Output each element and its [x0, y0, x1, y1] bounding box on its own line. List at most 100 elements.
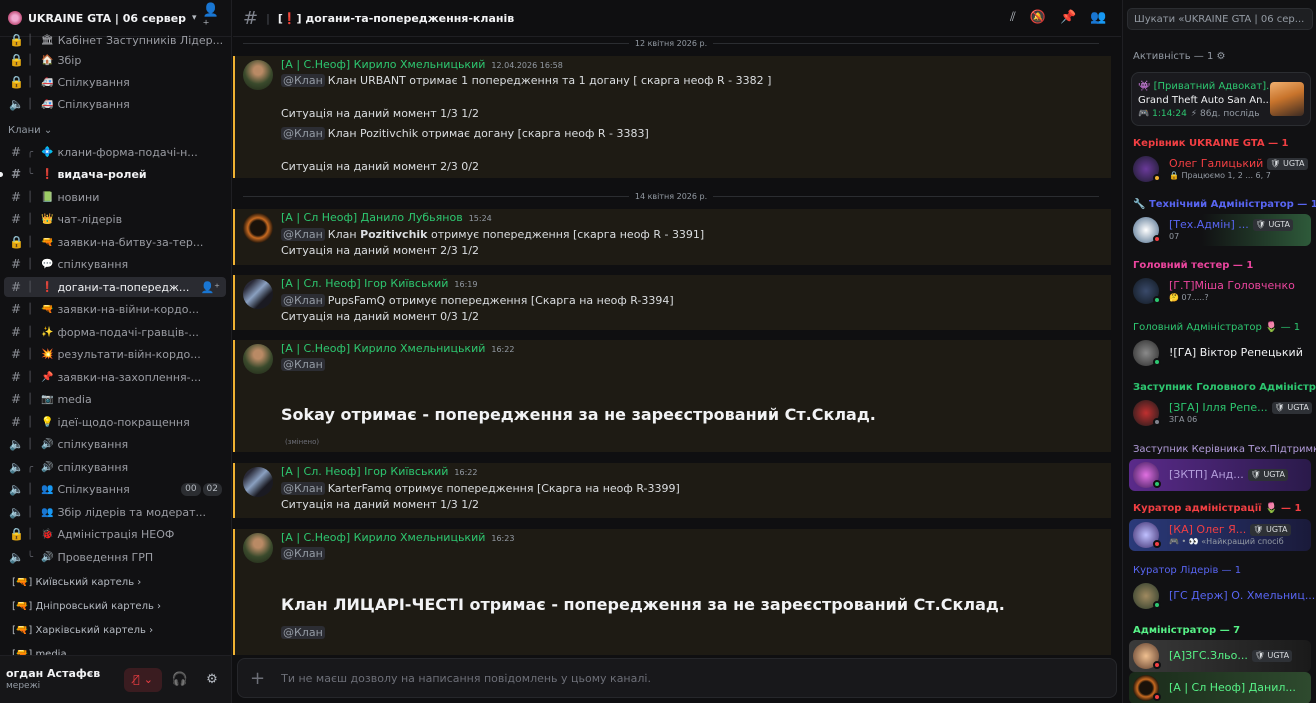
author-name[interactable]: [А | С.Неоф] Кирило Хмельницький	[281, 342, 485, 355]
member-name: [А | Сл Неоф] Данил...	[1169, 681, 1296, 694]
channel-item-active[interactable]: # │ ❗ догани-та-попередж... 👤⁺	[4, 277, 226, 297]
gear-icon[interactable]: ⚙	[1217, 51, 1226, 62]
role-header: Головний тестер — 1	[1133, 260, 1254, 271]
message[interactable]: [А | Сл. Неоф] Ігор Київський 16:22 @Клан…	[233, 463, 1111, 518]
message-text: PupsFamQ отримує попередження [Скарга на…	[327, 294, 674, 307]
member-sub-text: «Найкращий спосіб	[1201, 537, 1284, 546]
invite-icon[interactable]: 👤⁺	[200, 281, 220, 294]
channel-emoji: 💬	[41, 258, 54, 270]
member-item[interactable]: [ГС Держ] О. Хмельниц...	[1129, 580, 1315, 612]
message[interactable]: [А | Сл Неоф] Данило Лубьянов 15:24 @Клан…	[233, 209, 1111, 265]
author-name[interactable]: [А | Сл Неоф] Данило Лубьянов	[281, 211, 463, 224]
avatar[interactable]	[243, 60, 273, 90]
channel-item[interactable]: 🔒 │ 🚑 Спілкування	[4, 72, 226, 92]
member-list-icon[interactable]: 👥	[1090, 10, 1106, 25]
role-mention[interactable]: @Клан	[281, 127, 325, 140]
channel-item[interactable]: # │ 📷 media	[4, 389, 226, 409]
hash-icon: #	[10, 167, 22, 181]
member-item[interactable]: ![ГА] Віктор Репецький	[1129, 337, 1311, 369]
settings-button[interactable]: ⚙	[198, 668, 226, 692]
author-name[interactable]: [А | С.Неоф] Кирило Хмельницький	[281, 531, 485, 544]
member-status-text: 🔒 Працюємо 1, 2 ... 6, 7	[1169, 171, 1271, 180]
pin-icon[interactable]: 📌	[1060, 10, 1076, 25]
channel-item[interactable]: 🔈 │ 👥 Спілкування 00 02	[4, 479, 226, 499]
channel-item[interactable]: 🔒 │ 🐞 Адміністрація НЕОФ	[4, 524, 226, 544]
member-item[interactable]: [ЗГА] Ілля Репе... 🛡 UGTA ЗГА 06	[1129, 397, 1312, 429]
chevron-down-icon[interactable]: ▾	[192, 13, 197, 23]
invite-people-icon[interactable]: 👤⁺	[203, 3, 223, 33]
member-item[interactable]: Олег Галицький 🛡 UGTA 🔒 Працюємо 1, 2 ... …	[1129, 153, 1311, 185]
message[interactable]: [А | Сл. Неоф] Ігор Київський 16:19 @Клан…	[233, 275, 1111, 330]
message-line: @Клан Клан URBANT отримає 1 попередження …	[281, 74, 771, 87]
channel-item[interactable]: 🔒 │ 🏠 Збір	[4, 50, 226, 70]
message[interactable]: [А | С.Неоф] Кирило Хмельницький 12.04.20…	[233, 56, 1111, 178]
channel-item[interactable]: # │ 💥 результати-війн-кордо...	[4, 344, 226, 364]
folder-kharkiv[interactable]: [🔫] Харківський картель ›	[12, 625, 153, 636]
channel-item[interactable]: # │ 👑 чат-лідерів	[4, 209, 226, 229]
member-status-text: 07	[1169, 232, 1180, 241]
member-item[interactable]: [Г.Т]Міша Головченко 🤔 07.....?	[1129, 275, 1311, 307]
member-item[interactable]: [А | Сл Неоф] Данил...	[1129, 672, 1311, 703]
channel-item[interactable]: 🔒 │ 🔫 заявки-на-битву-за-тер...	[4, 232, 226, 252]
channel-item[interactable]: # │ ✨ форма-подачі-гравців-...	[4, 322, 226, 342]
member-item[interactable]: [А]ЗГС.Зльо... 🛡 UGTA	[1129, 640, 1311, 672]
avatar[interactable]	[243, 213, 273, 243]
folder-kyiv[interactable]: [🔫] Київський картель ›	[12, 577, 141, 588]
channel-emoji: 💡	[41, 416, 54, 428]
activity-ago: ⚡ 86д. послідь	[1190, 109, 1260, 119]
category-clans[interactable]: Клани ⌄	[8, 125, 52, 136]
channel-item[interactable]: 🔈 ╰ 🔊 Проведення ГРП	[4, 547, 226, 567]
channel-item[interactable]: # │ 🔫 заявки-на-війни-кордо...	[4, 299, 226, 319]
role-mention[interactable]: @Клан	[281, 294, 325, 307]
channel-name: спілкування	[57, 460, 129, 474]
channel-item[interactable]: 🔈 │ 🔊 спілкування	[4, 434, 226, 454]
channel-item[interactable]: 🔈 ╭ 🔊 спілкування	[4, 457, 226, 477]
message-text: Клан URBANT отримає 1 попередження та 1 …	[327, 74, 772, 87]
avatar[interactable]	[243, 344, 273, 374]
member-item[interactable]: [ЗКТП] Анд... 🛡 UGTA	[1129, 459, 1311, 491]
author-name[interactable]: [А | Сл. Неоф] Ігор Київський	[281, 465, 448, 478]
channel-item[interactable]: # │ 💬 спілкування	[4, 254, 226, 274]
channel-item[interactable]: 🔈 │ 🚑 Спілкування	[4, 94, 226, 114]
role-mention[interactable]: @Клан	[281, 626, 325, 639]
folder-dnipro[interactable]: [🔫] Дніпровський картель ›	[12, 601, 161, 612]
channel-item[interactable]: # │ 📗 новини	[4, 187, 226, 207]
member-item[interactable]: [Тех.Адмін] ... 🛡 UGTA 07	[1129, 214, 1311, 246]
role-mention[interactable]: @Клан	[281, 228, 325, 241]
member-name: [Тех.Адмін] ... 🛡 UGTA	[1169, 218, 1293, 231]
role-mention[interactable]: @Клан	[281, 74, 325, 87]
member-item[interactable]: [КА] Олег Я... 🛡 UGTA 🎮 • 👀 «Найкращий спо…	[1129, 519, 1311, 551]
activity-duration: 1:14:24	[1152, 109, 1187, 119]
avatar[interactable]	[243, 467, 273, 497]
channel-item[interactable]: # │ 📌 заявки-на-захоплення-...	[4, 367, 226, 387]
role-mention[interactable]: @Клан	[281, 482, 325, 495]
channel-item[interactable]: # ╰ ❗ видача-ролей	[4, 164, 226, 184]
activity-card[interactable]: 👾 [Приватний Адвокат]... Grand Theft Aut…	[1131, 72, 1311, 126]
message[interactable]: [А | С.Неоф] Кирило Хмельницький 16:23 @К…	[233, 529, 1111, 655]
threads-icon[interactable]: ⫽	[1010, 10, 1016, 25]
avatar[interactable]	[243, 533, 273, 563]
channel-name: Спілкування	[57, 482, 130, 496]
channel-emoji: 🏠	[41, 54, 54, 66]
channel-item[interactable]: # │ 💡 ідеї-щодо-покращення	[4, 412, 226, 432]
message-header: [А | С.Неоф] Кирило Хмельницький 16:23	[281, 531, 514, 544]
channel-item[interactable]: 🔈 │ 👥 Збір лідерів та модерат...	[4, 502, 226, 522]
notifications-muted-icon[interactable]: 🔕	[1030, 10, 1046, 25]
role-header: Куратор адміністрації 🌷 — 1	[1133, 503, 1302, 514]
channel-name: видача-ролей	[57, 167, 147, 181]
mute-button[interactable]: 🎙̸ ⌄	[124, 667, 162, 692]
speaker-icon: 🔈	[9, 97, 24, 111]
voice-badge: 00	[181, 482, 201, 496]
avatar[interactable]	[243, 279, 273, 309]
role-mention[interactable]: @Клан	[281, 358, 325, 371]
channel-item[interactable]: 🔒 │ 🏛 Кабінет Заступників Лідер...	[4, 30, 226, 50]
user-info[interactable]: огдан Астафєв мережі	[6, 667, 100, 693]
author-name[interactable]: [А | Сл. Неоф] Ігор Київський	[281, 277, 448, 290]
author-name[interactable]: [А | С.Неоф] Кирило Хмельницький	[281, 58, 485, 71]
message[interactable]: [А | С.Неоф] Кирило Хмельницький 16:22 @К…	[233, 340, 1111, 452]
role-mention[interactable]: @Клан	[281, 547, 325, 560]
headphones-button[interactable]: 🎧	[166, 668, 194, 692]
channel-item[interactable]: # ╭ 💠 клани-форма-подачі-н...	[4, 142, 226, 162]
member-name: ![ГА] Віктор Репецький	[1169, 346, 1303, 359]
search-input[interactable]: Шукати «UKRAINE GTA | 06 сер...	[1127, 8, 1313, 30]
